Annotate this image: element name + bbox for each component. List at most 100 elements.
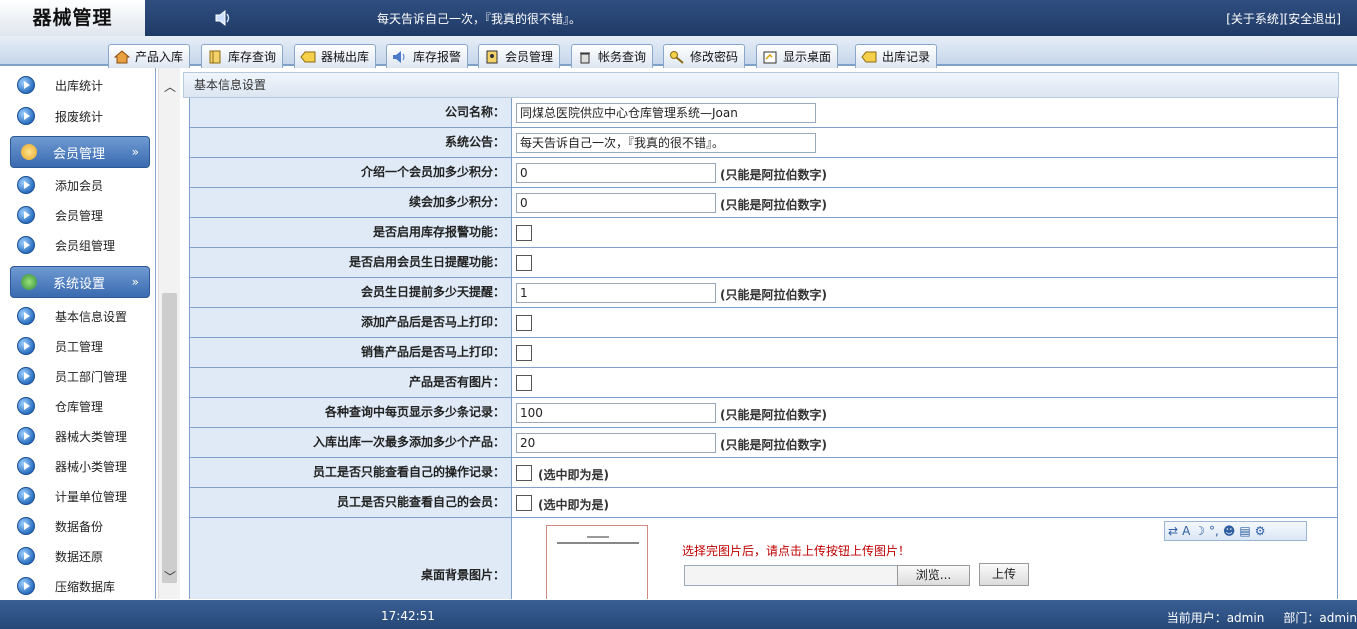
sidebar-group-system[interactable]: 系统设置 » xyxy=(10,266,150,298)
ime-toolbar[interactable]: ⇄ A ☽ °, ☻ ▤ ⚙ xyxy=(1164,521,1307,541)
sidebar-item-compress-db[interactable]: 压缩数据库 xyxy=(5,571,155,599)
product-image-checkbox[interactable] xyxy=(516,375,532,391)
form-row-own-members: 员工是否只能查看自己的会员： (选中即为是) xyxy=(190,488,1337,518)
play-icon xyxy=(17,337,35,355)
tab-product-in[interactable]: 产品入库 xyxy=(108,44,191,68)
tab-label: 器械出库 xyxy=(321,49,370,64)
system-notice-input[interactable]: 每天告诉自己一次，『我真的很不错』。 xyxy=(516,133,816,153)
sidebar-item-backup[interactable]: 数据备份 xyxy=(5,511,155,541)
chevron-up-icon[interactable]: ︿ xyxy=(159,76,181,98)
ime-moon-icon[interactable]: ☽ xyxy=(1194,524,1205,538)
birthday-reminder-checkbox[interactable] xyxy=(516,255,532,271)
own-members-checkbox[interactable] xyxy=(516,495,532,511)
form-row-page-size: 各种查询中每页显示多少条记录： 100 (只能是阿拉伯数字) xyxy=(190,398,1337,428)
sidebar-group-member[interactable]: 会员管理 » xyxy=(10,136,150,168)
company-name-input[interactable]: 同煤总医院供应中心仓库管理系统—Joan xyxy=(516,103,816,123)
play-icon xyxy=(17,76,35,94)
field-label: 添加产品后是否马上打印： xyxy=(190,308,512,337)
sidebar-item-member-manage[interactable]: 会员管理 xyxy=(5,200,155,230)
form-row-print-after-add: 添加产品后是否马上打印： xyxy=(190,308,1337,338)
sidebar-item-staff[interactable]: 员工管理 xyxy=(5,331,155,361)
field-label: 续会加多少积分： xyxy=(190,188,512,217)
play-icon xyxy=(17,577,35,595)
max-products-input[interactable]: 20 xyxy=(516,433,716,453)
about-link[interactable]: [关于系统] xyxy=(1226,12,1283,26)
smiley-icon xyxy=(21,144,37,160)
tab-member[interactable]: 会员管理 xyxy=(478,44,561,68)
play-icon xyxy=(17,457,35,475)
play-icon xyxy=(17,107,35,125)
referral-points-input[interactable]: 0 xyxy=(516,163,716,183)
own-records-checkbox[interactable] xyxy=(516,465,532,481)
play-icon xyxy=(17,236,35,254)
form-row-renew-points: 续会加多少积分： 0 (只能是阿拉伯数字) xyxy=(190,188,1337,218)
sidebar-item-warehouse[interactable]: 仓库管理 xyxy=(5,391,155,421)
tab-stock-query[interactable]: 库存查询 xyxy=(201,44,284,68)
form-row-own-records: 员工是否只能查看自己的操作记录： (选中即为是) xyxy=(190,458,1337,488)
renew-points-input[interactable]: 0 xyxy=(516,193,716,213)
sidebar-item-scrap-stats[interactable]: 报废统计 xyxy=(5,101,155,131)
page-size-input[interactable]: 100 xyxy=(516,403,716,423)
globe-icon xyxy=(21,274,37,290)
logout-link[interactable]: [安全退出] xyxy=(1284,12,1341,26)
trash-icon xyxy=(576,49,594,65)
field-hint: (只能是阿拉伯数字) xyxy=(720,438,827,452)
print-after-add-checkbox[interactable] xyxy=(516,315,532,331)
sidebar-item-basic-info[interactable]: 基本信息设置 xyxy=(5,301,155,331)
field-hint: (只能是阿拉伯数字) xyxy=(720,408,827,422)
tab-change-password[interactable]: 修改密码 xyxy=(663,44,746,68)
tab-label: 出库记录 xyxy=(882,49,931,64)
ime-mode-icon[interactable]: ⇄ xyxy=(1168,524,1178,538)
form-row-stock-alarm: 是否启用库存报警功能： xyxy=(190,218,1337,248)
sidebar-item-units[interactable]: 计量单位管理 xyxy=(5,481,155,511)
field-label: 入库出库一次最多添加多少个产品： xyxy=(190,428,512,457)
ime-user-icon[interactable]: ☻ xyxy=(1223,524,1236,538)
sidebar-item-add-member[interactable]: 添加会员 xyxy=(5,170,155,200)
sidebar-item-device-subcategory[interactable]: 器械小类管理 xyxy=(5,451,155,481)
ime-settings-icon[interactable]: ⚙ xyxy=(1255,524,1266,538)
upload-button[interactable]: 上传 xyxy=(979,563,1029,586)
sidebar-item-restore[interactable]: 数据还原 xyxy=(5,541,155,571)
browse-button[interactable]: 浏览... xyxy=(897,565,970,586)
field-label: 员工是否只能查看自己的会员： xyxy=(190,488,512,517)
print-after-sale-checkbox[interactable] xyxy=(516,345,532,361)
tab-label: 库存查询 xyxy=(228,49,277,64)
ime-keyboard-icon[interactable]: ▤ xyxy=(1239,524,1250,538)
stock-alarm-checkbox[interactable] xyxy=(516,225,532,241)
desktop-icon xyxy=(761,49,779,65)
current-user: 当前用户：admin xyxy=(1166,611,1265,625)
field-hint: (只能是阿拉伯数字) xyxy=(720,168,827,182)
book-icon xyxy=(206,49,224,65)
field-label: 公司名称： xyxy=(190,98,512,127)
clock: 17:42:51 xyxy=(381,609,435,623)
sidebar-item-staff-dept[interactable]: 员工部门管理 xyxy=(5,361,155,391)
tab-show-desktop[interactable]: 显示桌面 xyxy=(756,44,839,68)
birthday-days-input[interactable]: 1 xyxy=(516,283,716,303)
ime-font-icon[interactable]: A xyxy=(1182,524,1190,538)
field-label: 系统公告： xyxy=(190,128,512,157)
sidebar-item-member-group[interactable]: 会员组管理 xyxy=(5,230,155,260)
sidebar: 出库统计 报废统计 会员管理 » 添加会员 会员管理 会员组管理 系统设置 » … xyxy=(5,68,156,599)
scrollbar-thumb[interactable] xyxy=(162,293,177,583)
form-row-desktop-background: 桌面背景图片： 选择完图片后，请点击上传按钮上传图片！ 浏览... 上传 ⇄ A… xyxy=(190,518,1337,599)
field-hint: (只能是阿拉伯数字) xyxy=(720,288,827,302)
tag-icon xyxy=(299,49,317,65)
tab-device-out[interactable]: 器械出库 xyxy=(294,44,377,68)
play-icon xyxy=(17,367,35,385)
speaker-icon xyxy=(215,9,230,27)
form-row-print-after-sale: 销售产品后是否马上打印： xyxy=(190,338,1337,368)
field-label: 介绍一个会员加多少积分： xyxy=(190,158,512,187)
tab-stock-alarm[interactable]: 库存报警 xyxy=(386,44,469,68)
sidebar-scrollbar[interactable]: ︿ ﹀ xyxy=(158,68,180,599)
house-icon xyxy=(113,49,131,65)
sidebar-item-device-category[interactable]: 器械大类管理 xyxy=(5,421,155,451)
tab-out-records[interactable]: 出库记录 xyxy=(855,44,938,68)
background-preview-image xyxy=(546,525,648,599)
chevron-down-icon[interactable]: ﹀ xyxy=(159,566,181,588)
sidebar-item-out-stats[interactable]: 出库统计 xyxy=(5,70,155,100)
tab-accounts[interactable]: 帐务查询 xyxy=(571,44,654,68)
field-label: 产品是否有图片： xyxy=(190,368,512,397)
speaker-icon xyxy=(391,49,409,65)
user-info: 当前用户：admin 部门：admin xyxy=(1167,609,1357,626)
ime-punct-icon[interactable]: °, xyxy=(1209,524,1219,538)
